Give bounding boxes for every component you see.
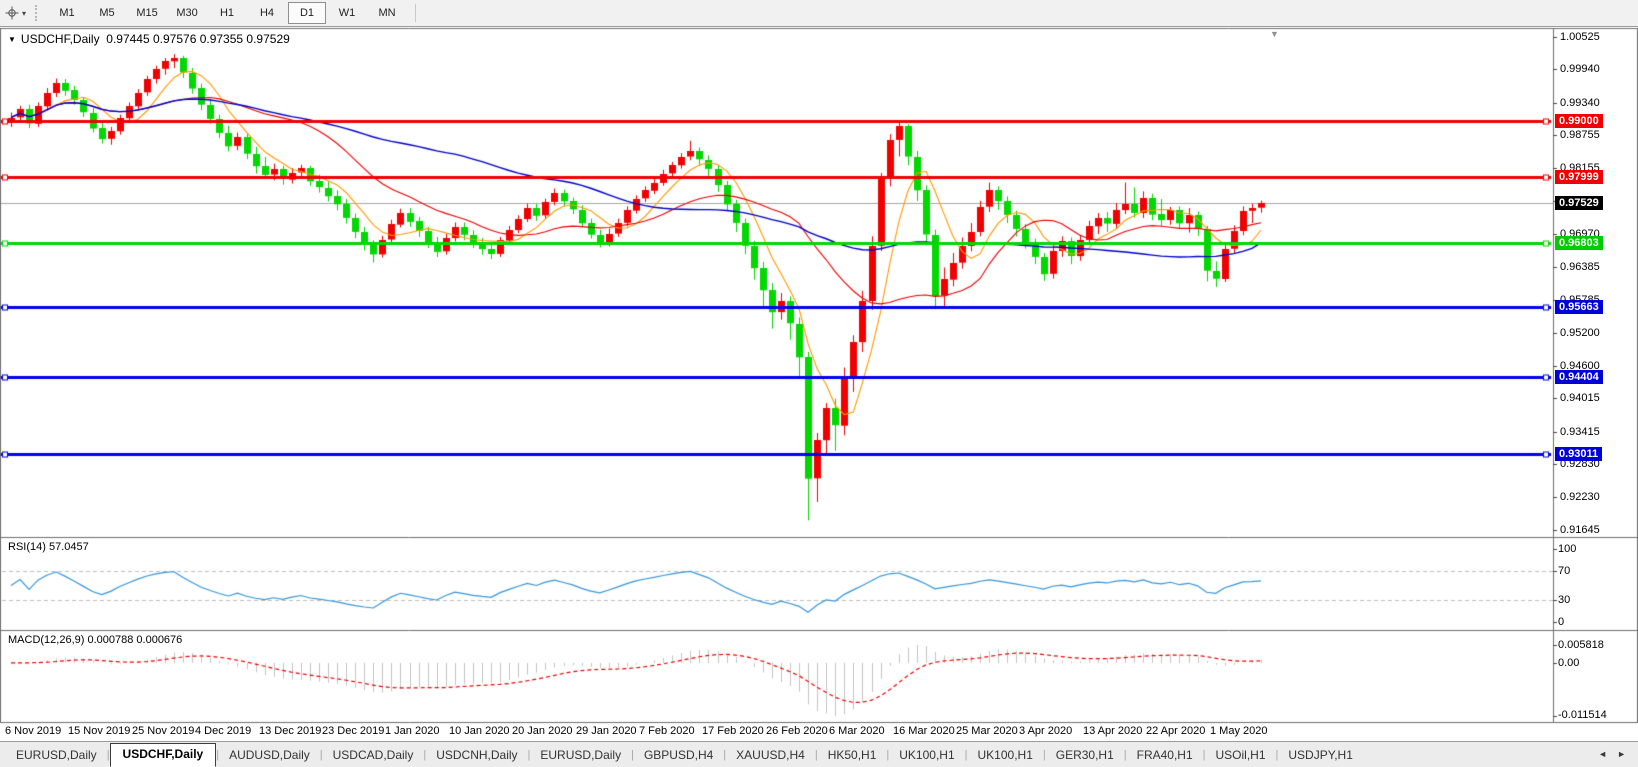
symbol-tab-gbpusd-h4[interactable]: GBPUSD,H4 [634,744,723,767]
tab-scroll-left-icon[interactable]: ◄ [1598,749,1607,759]
tab-scroll-nav: ◄ ► [1598,749,1626,767]
symbol-tab-usdchf-daily[interactable]: USDCHF,Daily [110,743,217,767]
symbol-tab-usdcad-daily[interactable]: USDCAD,Daily [323,744,424,767]
symbol-tab-hk50-h1[interactable]: HK50,H1 [818,744,887,767]
chart-canvas[interactable] [0,0,1638,741]
symbol-tab-fra40-h1[interactable]: FRA40,H1 [1127,744,1203,767]
symbol-tab-eurusd-daily[interactable]: EURUSD,Daily [6,744,107,767]
trading-platform-window: ▾ M1M5M15M30H1H4D1W1MN ▼USDCHF,Daily 0.9… [0,0,1638,767]
symbol-tabbar: EURUSD,Daily|USDCHF,Daily|AUDUSD,Daily|U… [0,741,1638,767]
symbol-tab-eurusd-daily[interactable]: EURUSD,Daily [530,744,631,767]
symbol-tab-xauusd-h4[interactable]: XAUUSD,H4 [726,744,815,767]
symbol-tab-audusd-daily[interactable]: AUDUSD,Daily [219,744,320,767]
symbol-tab-ger30-h1[interactable]: GER30,H1 [1046,744,1124,767]
symbol-tab-usdcnh-daily[interactable]: USDCNH,Daily [426,744,527,767]
tab-scroll-right-icon[interactable]: ► [1617,749,1626,759]
symbol-tab-usdjpy-h1[interactable]: USDJPY,H1 [1278,744,1362,767]
symbol-tab-uk100-h1[interactable]: UK100,H1 [889,744,964,767]
symbol-tab-usoil-h1[interactable]: USOil,H1 [1206,744,1276,767]
symbol-tab-uk100-h1[interactable]: UK100,H1 [968,744,1043,767]
